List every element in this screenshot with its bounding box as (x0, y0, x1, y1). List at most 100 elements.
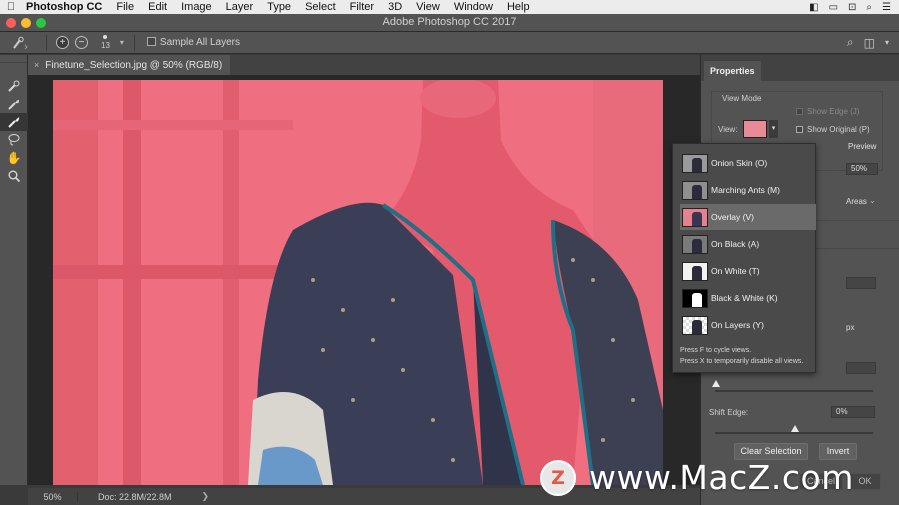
document-tab-bar: × Finetune_Selection.jpg @ 50% (RGB/8) (28, 55, 700, 75)
view-option-label: Marching Ants (M) (711, 185, 780, 195)
sample-all-layers-option[interactable]: Sample All Layers (146, 37, 240, 48)
sample-all-layers-checkbox[interactable] (146, 37, 156, 46)
separator (46, 34, 47, 51)
view-option-label: On White (T) (711, 266, 760, 276)
add-to-selection-button[interactable]: + (56, 36, 69, 49)
menu-bar:  Photoshop CC File Edit Image Layer Typ… (0, 0, 899, 14)
status-menu-arrow-icon[interactable]: ❯ (202, 491, 210, 502)
chevron-down-icon[interactable]: ▾ (885, 38, 889, 47)
spotlight-icon[interactable]: ⌕ (866, 2, 872, 13)
show-original-option[interactable]: Show Original (P) (796, 125, 870, 134)
brush-tool-icon[interactable] (0, 113, 28, 131)
notification-center-icon[interactable]: ☰ (882, 2, 891, 13)
onion-skin-thumbnail (682, 153, 708, 173)
separator (133, 34, 135, 51)
tab-properties[interactable]: Properties (704, 61, 761, 81)
menu-image[interactable]: Image (174, 1, 219, 13)
view-option-label: On Black (A) (711, 239, 760, 249)
menu-filter[interactable]: Filter (343, 1, 381, 13)
menu-layer[interactable]: Layer (219, 1, 261, 13)
window-title-bar: Adobe Photoshop CC 2017 (0, 14, 899, 32)
airplay-icon[interactable]: ⊡ (848, 2, 856, 13)
window-title: Adobe Photoshop CC 2017 (382, 16, 517, 28)
zoom-level-field[interactable]: 50% (28, 491, 78, 502)
display-icon[interactable]: ▭ (829, 2, 838, 13)
show-original-checkbox[interactable] (796, 126, 803, 133)
show-edge-option[interactable]: Show Edge (J) (796, 107, 859, 116)
document-canvas[interactable] (28, 75, 700, 485)
menu-help[interactable]: Help (500, 1, 537, 13)
brush-size-picker[interactable]: 13 (101, 35, 110, 50)
view-hint-cycle: Press F to cycle views. (680, 347, 752, 354)
chevron-down-icon[interactable]: ⌄ (869, 196, 876, 205)
show-edge-label: Show Edge (J) (807, 107, 860, 116)
menu-window[interactable]: Window (447, 1, 500, 13)
screen-record-icon[interactable]: ◧ (809, 2, 818, 13)
document-size-info: Doc: 22.8M/22.8M (98, 491, 172, 502)
overlay-image[interactable] (53, 80, 663, 485)
shift-edge-field[interactable]: 0% (831, 406, 875, 418)
panel-tab-bar: Properties (701, 55, 899, 81)
menu-app-name[interactable]: Photoshop CC (22, 1, 109, 13)
refine-edge-brush-tool-icon[interactable] (0, 95, 28, 113)
on-layers-thumbnail (682, 315, 708, 335)
workspace-icon[interactable]: ◫ (864, 36, 875, 50)
menu-view[interactable]: View (409, 1, 447, 13)
menu-select[interactable]: Select (298, 1, 343, 13)
opacity-field[interactable]: 50% (846, 163, 878, 175)
preview-label: Preview (848, 142, 877, 151)
feather-slider-thumb[interactable] (712, 380, 720, 387)
show-edge-checkbox[interactable] (796, 108, 803, 115)
view-hint-disable: Press X to temporarily disable all views… (680, 358, 804, 365)
subtract-from-selection-button[interactable]: − (75, 36, 88, 49)
feather-slider[interactable] (715, 390, 873, 392)
shift-edge-slider-thumb[interactable] (791, 425, 799, 432)
document-tab-title: Finetune_Selection.jpg @ 50% (RGB/8) (45, 59, 223, 71)
tool-preset-picker[interactable] (0, 32, 40, 54)
sample-all-layers-label: Sample All Layers (159, 37, 240, 48)
document-tab[interactable]: × Finetune_Selection.jpg @ 50% (RGB/8) (28, 55, 231, 75)
shift-edge-slider[interactable] (715, 432, 873, 434)
view-mode-dropdown: Onion Skin (O) Marching Ants (M) Overlay… (672, 143, 816, 373)
chevron-down-icon[interactable]: ▾ (120, 38, 124, 47)
view-mode-label: View Mode (722, 94, 762, 103)
smooth-field[interactable] (846, 362, 876, 374)
view-mode-thumbnail[interactable] (743, 120, 767, 138)
chevron-down-icon[interactable]: ▾ (769, 120, 778, 138)
close-tab-icon[interactable]: × (34, 60, 39, 70)
view-option-on-layers[interactable]: On Layers (Y) (680, 312, 816, 338)
view-label: View: (718, 125, 738, 134)
brush-size-value: 13 (101, 41, 110, 50)
areas-label: Areas (846, 197, 867, 206)
options-bar: + − 13 ▾ Sample All Layers ⌕ ◫ ▾ (0, 32, 899, 54)
radius-field[interactable] (846, 277, 876, 289)
marching-ants-thumbnail (682, 180, 708, 200)
quick-selection-tool-icon[interactable] (0, 77, 28, 95)
options-right-icons: ⌕ ◫ ▾ (847, 35, 899, 50)
view-option-label: Overlay (V) (711, 212, 754, 222)
view-option-label: Onion Skin (O) (711, 158, 768, 168)
view-option-overlay[interactable]: Overlay (V) (680, 204, 816, 230)
view-option-on-black[interactable]: On Black (A) (680, 231, 816, 257)
on-white-thumbnail (682, 261, 708, 281)
menu-edit[interactable]: Edit (141, 1, 174, 13)
view-option-label: On Layers (Y) (711, 320, 764, 330)
menu-3d[interactable]: 3D (381, 1, 409, 13)
on-black-thumbnail (682, 234, 708, 254)
view-option-black-and-white[interactable]: Black & White (K) (680, 285, 816, 311)
apple-logo-icon[interactable]:  (0, 1, 22, 13)
toolbar-grip[interactable] (0, 55, 27, 63)
zoom-tool-icon[interactable] (0, 167, 28, 185)
menu-file[interactable]: File (109, 1, 141, 13)
tools-panel: ✋ (0, 55, 28, 485)
menu-type[interactable]: Type (260, 1, 298, 13)
view-option-label: Black & White (K) (711, 293, 778, 303)
view-option-onion-skin[interactable]: Onion Skin (O) (680, 150, 816, 176)
view-option-on-white[interactable]: On White (T) (680, 258, 816, 284)
hand-tool-icon[interactable]: ✋ (0, 149, 28, 167)
brush-tip-icon (103, 35, 108, 39)
px-label: px (846, 323, 855, 332)
lasso-tool-icon[interactable] (0, 131, 28, 149)
view-option-marching-ants[interactable]: Marching Ants (M) (680, 177, 816, 203)
search-icon[interactable]: ⌕ (847, 35, 854, 50)
